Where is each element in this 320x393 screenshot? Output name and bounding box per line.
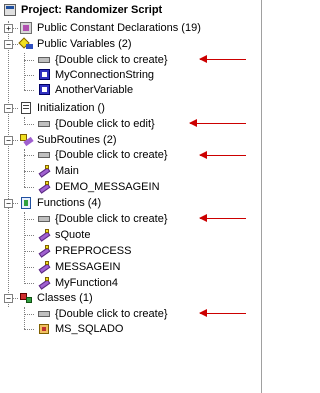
edit-placeholder-icon	[36, 116, 52, 132]
classes-label: Classes (1)	[37, 292, 93, 304]
tree-node-variables[interactable]: Public Variables (2)	[18, 36, 133, 52]
tree-connector	[8, 21, 9, 307]
function-icon	[36, 227, 52, 243]
initialization-edit-label: {Double click to edit}	[55, 118, 155, 130]
variables-create-item[interactable]: {Double click to create}	[36, 52, 169, 68]
class-item[interactable]: MS_SQLADO	[36, 321, 124, 337]
tree-node-functions[interactable]: Functions (4)	[18, 195, 102, 211]
tree-connector	[24, 307, 25, 329]
variables-create-label: {Double click to create}	[55, 54, 168, 66]
function-label: MyFunction4	[55, 277, 118, 289]
subroutine-icon	[36, 179, 52, 195]
constants-folder-icon	[18, 20, 34, 36]
functions-folder-icon	[18, 195, 34, 211]
function-item[interactable]: MESSAGEIN	[36, 259, 121, 275]
tree-node-classes[interactable]: Classes (1)	[18, 290, 94, 306]
function-label: PREPROCESS	[55, 245, 132, 257]
function-icon	[36, 243, 52, 259]
classes-folder-icon	[18, 290, 34, 306]
variable-label: AnotherVariable	[55, 84, 134, 96]
function-label: MESSAGEIN	[55, 261, 121, 273]
tree-connector	[24, 212, 25, 284]
tree-connector	[24, 53, 25, 90]
tree-node-initialization[interactable]: Initialization ()	[18, 100, 106, 116]
initialization-icon	[18, 100, 34, 116]
tree-node-subroutines[interactable]: SubRoutines (2)	[18, 132, 118, 148]
classes-create-label: {Double click to create}	[55, 308, 168, 320]
subroutine-item[interactable]: Main	[36, 163, 80, 179]
subroutine-label: DEMO_MESSAGEIN	[55, 181, 160, 193]
project-icon	[2, 2, 18, 18]
function-label: sQuote	[55, 229, 91, 241]
annotation-arrow	[199, 55, 246, 63]
annotation-arrow	[199, 214, 246, 222]
variables-label: Public Variables (2)	[37, 38, 132, 50]
class-label: MS_SQLADO	[55, 323, 124, 335]
create-placeholder-icon	[36, 306, 52, 322]
subroutine-icon	[36, 163, 52, 179]
constants-label: Public Constant Declarations (19)	[37, 22, 201, 34]
create-placeholder-icon	[36, 52, 52, 68]
variable-item[interactable]: MyConnectionString	[36, 67, 155, 83]
subroutine-item[interactable]: DEMO_MESSAGEIN	[36, 179, 161, 195]
class-icon	[36, 321, 52, 337]
subroutines-create-label: {Double click to create}	[55, 149, 168, 161]
function-item[interactable]: PREPROCESS	[36, 243, 132, 259]
project-label: Project: Randomizer Script	[21, 4, 163, 16]
subroutine-label: Main	[55, 165, 79, 177]
variables-folder-icon	[18, 36, 34, 52]
subroutines-create-item[interactable]: {Double click to create}	[36, 147, 169, 163]
variable-item[interactable]: AnotherVariable	[36, 82, 134, 98]
classes-create-item[interactable]: {Double click to create}	[36, 306, 169, 322]
functions-create-label: {Double click to create}	[55, 213, 168, 225]
collapse-variables-toggle[interactable]: −	[4, 40, 13, 49]
subroutines-folder-icon	[18, 132, 34, 148]
collapse-functions-toggle[interactable]: −	[4, 199, 13, 208]
annotation-arrow	[189, 119, 246, 127]
tree-node-project[interactable]: Project: Randomizer Script	[2, 2, 163, 18]
collapse-initialization-toggle[interactable]: −	[4, 104, 13, 113]
annotation-arrow	[199, 309, 246, 317]
function-icon	[36, 259, 52, 275]
tree-node-constants[interactable]: Public Constant Declarations (19)	[18, 20, 202, 36]
annotation-arrow	[199, 151, 246, 159]
function-item[interactable]: sQuote	[36, 227, 91, 243]
variable-icon	[36, 67, 52, 83]
initialization-label: Initialization ()	[37, 102, 105, 114]
collapse-subroutines-toggle[interactable]: −	[4, 136, 13, 145]
function-item[interactable]: MyFunction4	[36, 275, 119, 291]
create-placeholder-icon	[36, 211, 52, 227]
expand-constants-toggle[interactable]: +	[4, 24, 13, 33]
create-placeholder-icon	[36, 147, 52, 163]
function-icon	[36, 275, 52, 291]
variable-icon	[36, 82, 52, 98]
variable-label: MyConnectionString	[55, 69, 155, 81]
functions-label: Functions (4)	[37, 197, 102, 209]
functions-create-item[interactable]: {Double click to create}	[36, 211, 169, 227]
subroutines-label: SubRoutines (2)	[37, 134, 117, 146]
collapse-classes-toggle[interactable]: −	[4, 294, 13, 303]
initialization-edit-item[interactable]: {Double click to edit}	[36, 116, 156, 132]
